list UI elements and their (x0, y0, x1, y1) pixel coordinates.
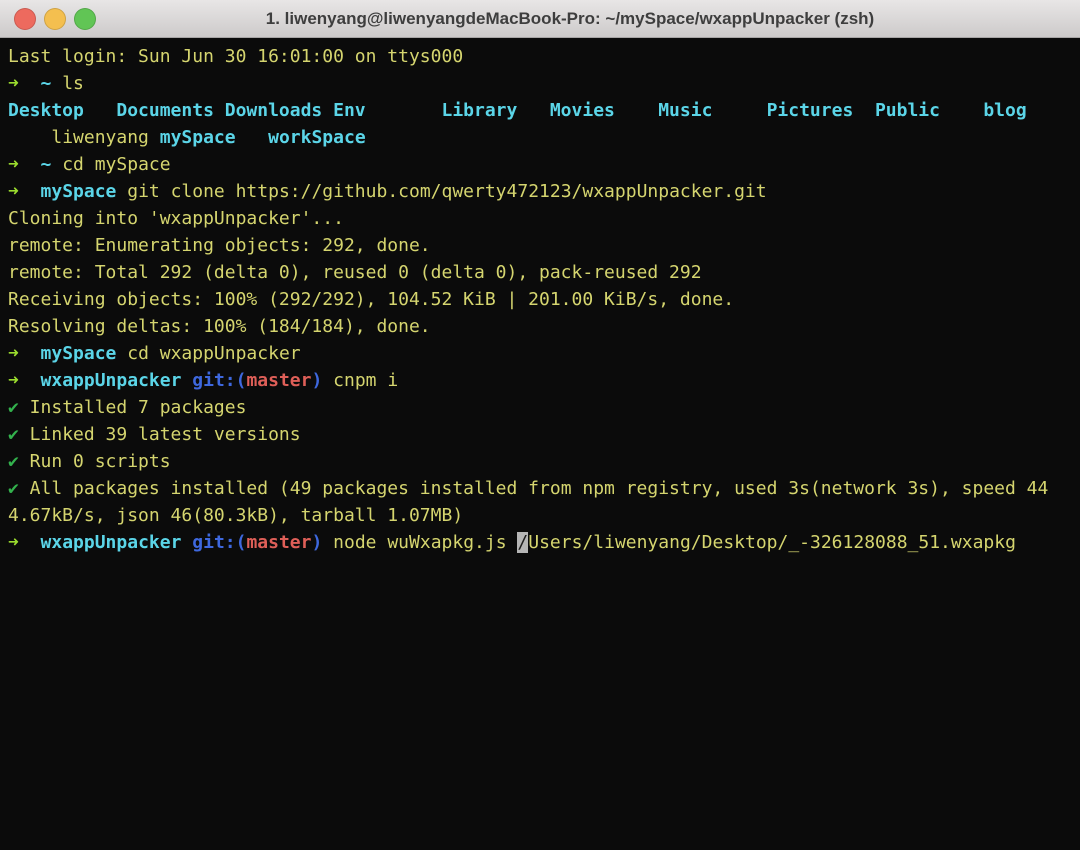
terminal-line: liwenyang mySpace workSpace (8, 124, 1072, 151)
terminal-line: ✔ All packages installed (49 packages in… (8, 475, 1072, 502)
terminal-line: ➜ wxappUnpacker git:(master) node wuWxap… (8, 529, 1072, 556)
text-segment: All packages installed (49 packages inst… (19, 478, 1049, 499)
window-title: 1. liwenyang@liwenyangdeMacBook-Pro: ~/m… (0, 9, 1080, 29)
text-segment: master (246, 532, 311, 553)
text-segment: liwenyang (51, 127, 149, 148)
prompt-arrow-icon: ➜ (8, 370, 19, 391)
text-segment: wxappUnpacker (41, 532, 182, 553)
check-icon: ✔ (8, 424, 19, 445)
prompt-arrow-icon: ➜ (8, 181, 19, 202)
text-segment: master (246, 370, 311, 391)
terminal-window: 1. liwenyang@liwenyangdeMacBook-Pro: ~/m… (0, 0, 1080, 850)
text-segment: ~ (41, 73, 52, 94)
text-segment (19, 370, 41, 391)
terminal-line: ➜ ~ cd mySpace (8, 151, 1072, 178)
title-bar[interactable]: 1. liwenyang@liwenyangdeMacBook-Pro: ~/m… (0, 0, 1080, 38)
text-segment: mySpace (41, 181, 117, 202)
close-button[interactable] (14, 8, 36, 30)
terminal-line: ✔ Run 0 scripts (8, 448, 1072, 475)
window-controls (14, 8, 96, 30)
terminal-line: ➜ ~ ls (8, 70, 1072, 97)
terminal-screen[interactable]: Last login: Sun Jun 30 16:01:00 on ttys0… (0, 38, 1080, 850)
terminal-line: ➜ mySpace cd wxappUnpacker (8, 340, 1072, 367)
terminal-line: Receiving objects: 100% (292/292), 104.5… (8, 286, 1072, 313)
prompt-arrow-icon: ➜ (8, 532, 19, 553)
prompt-arrow-icon: ➜ (8, 343, 19, 364)
text-segment (181, 370, 192, 391)
text-segment: cd mySpace (51, 154, 170, 175)
text-segment (19, 154, 41, 175)
text-segment: Linked 39 latest versions (19, 424, 301, 445)
text-segment: cd wxappUnpacker (116, 343, 300, 364)
text-segment: Resolving deltas: 100% (184/184), done. (8, 316, 431, 337)
terminal-line: remote: Enumerating objects: 292, done. (8, 232, 1072, 259)
text-segment: ) (311, 532, 322, 553)
check-icon: ✔ (8, 397, 19, 418)
text-segment: Last login: Sun Jun 30 16:01:00 on ttys0… (8, 46, 463, 67)
text-segment: git:( (192, 532, 246, 553)
text-segment (19, 532, 41, 553)
text-segment: git:( (192, 370, 246, 391)
text-segment: Users/liwenyang/Desktop/_-326128088_51.w… (528, 532, 1016, 553)
text-segment: 4.67kB/s, json 46(80.3kB), tarball 1.07M… (8, 505, 463, 526)
text-segment: node wuWxapkg.js (322, 532, 517, 553)
zoom-button[interactable] (74, 8, 96, 30)
prompt-arrow-icon: ➜ (8, 73, 19, 94)
text-segment (19, 343, 41, 364)
text-segment (19, 73, 41, 94)
text-segment: mySpace (41, 343, 117, 364)
text-segment: mySpace workSpace (160, 127, 366, 148)
text-segment: Run 0 scripts (19, 451, 171, 472)
prompt-arrow-icon: ➜ (8, 154, 19, 175)
text-segment: ) (311, 370, 322, 391)
minimize-button[interactable] (44, 8, 66, 30)
terminal-cursor: / (517, 532, 528, 553)
terminal-line: Resolving deltas: 100% (184/184), done. (8, 313, 1072, 340)
text-segment (19, 181, 41, 202)
terminal-line: Cloning into 'wxappUnpacker'... (8, 205, 1072, 232)
text-segment: remote: Enumerating objects: 292, done. (8, 235, 431, 256)
text-segment: Installed 7 packages (19, 397, 247, 418)
text-segment: ls (51, 73, 84, 94)
text-segment (8, 127, 51, 148)
terminal-line: ➜ wxappUnpacker git:(master) cnpm i (8, 367, 1072, 394)
terminal-line: ✔ Installed 7 packages (8, 394, 1072, 421)
terminal-line: remote: Total 292 (delta 0), reused 0 (d… (8, 259, 1072, 286)
text-segment: ~ (41, 154, 52, 175)
terminal-line: ✔ Linked 39 latest versions (8, 421, 1072, 448)
text-segment: remote: Total 292 (delta 0), reused 0 (d… (8, 262, 702, 283)
text-segment: Receiving objects: 100% (292/292), 104.5… (8, 289, 734, 310)
check-icon: ✔ (8, 478, 19, 499)
text-segment: wxappUnpacker (41, 370, 182, 391)
terminal-line: ➜ mySpace git clone https://github.com/q… (8, 178, 1072, 205)
terminal-line: Last login: Sun Jun 30 16:01:00 on ttys0… (8, 43, 1072, 70)
check-icon: ✔ (8, 451, 19, 472)
terminal-line: Desktop Documents Downloads Env Library … (8, 97, 1072, 124)
text-segment: Desktop Documents Downloads Env Library … (8, 100, 1027, 121)
text-segment (181, 532, 192, 553)
text-segment: Cloning into 'wxappUnpacker'... (8, 208, 344, 229)
terminal-line: 4.67kB/s, json 46(80.3kB), tarball 1.07M… (8, 502, 1072, 529)
text-segment (149, 127, 160, 148)
text-segment: git clone https://github.com/qwerty47212… (116, 181, 766, 202)
text-segment: cnpm i (322, 370, 398, 391)
